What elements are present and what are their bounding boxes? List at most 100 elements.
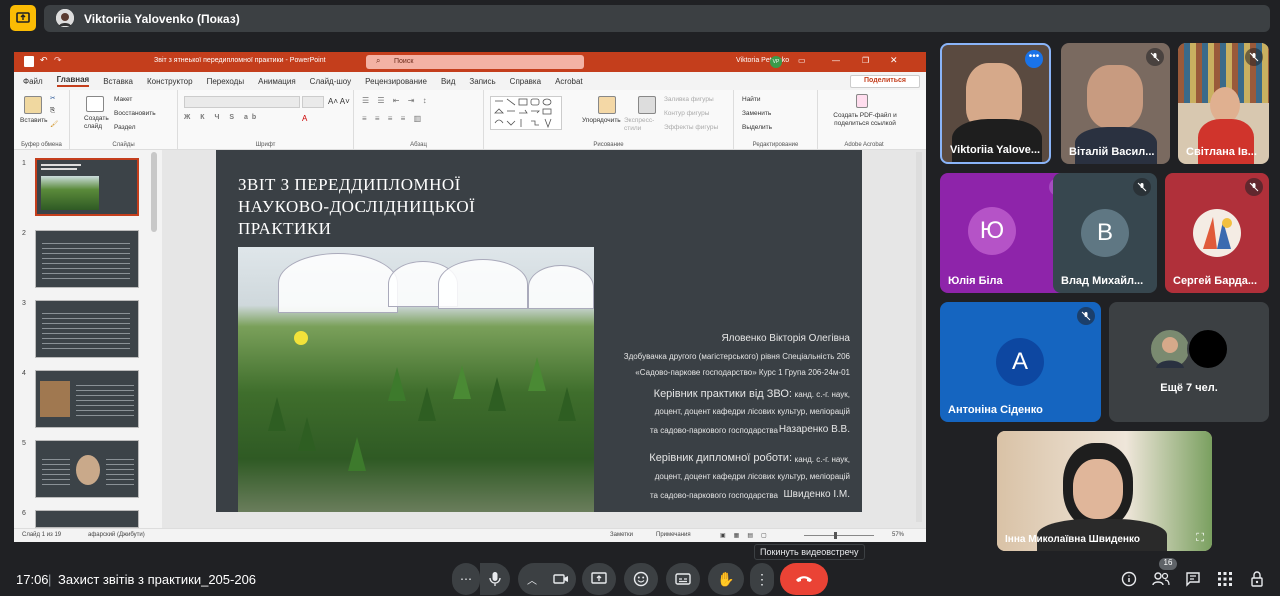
font-color-icon[interactable]: A	[302, 114, 307, 123]
align-icons[interactable]: ≡ ≡ ≡ ≡ ▥	[362, 114, 424, 123]
present-button[interactable]	[582, 563, 616, 595]
format-painter-icon[interactable]: 🖌	[50, 120, 58, 128]
thumbnails-scrollbar[interactable]	[151, 152, 157, 232]
language-indicator[interactable]: афарский (Джибути)	[88, 532, 145, 538]
conifer-shape	[418, 387, 436, 421]
ppt-user-avatar[interactable]: VP	[770, 56, 782, 68]
more-menu-icon[interactable]: ⋯	[452, 563, 480, 595]
minimize-icon[interactable]: —	[832, 56, 840, 65]
new-slide-icon[interactable]	[86, 96, 104, 112]
slide-thumbnail[interactable]	[35, 158, 139, 216]
participant-avatar: Ю	[968, 207, 1016, 255]
new-slide-label[interactable]: Создать слайд	[84, 115, 114, 131]
slide-thumbnail[interactable]	[35, 300, 139, 358]
participant-tile[interactable]: Інна Миколаївна Швиденко ⛶	[997, 431, 1212, 551]
shape-outline-button[interactable]: Контур фигуры	[664, 110, 709, 117]
slide-thumbnail[interactable]	[35, 230, 139, 288]
share-button[interactable]: Поделиться	[850, 75, 920, 88]
layout-button[interactable]: Макет	[114, 96, 132, 103]
copy-icon[interactable]: ⎘	[50, 107, 55, 115]
menu-animation[interactable]: Анимация	[258, 77, 296, 86]
slide-thumbnail[interactable]	[35, 440, 139, 498]
presenting-icon[interactable]	[10, 5, 36, 31]
menu-slideshow[interactable]: Слайд-шоу	[310, 77, 351, 86]
participant-tile[interactable]: ••• Viktoriia Yalove...	[940, 43, 1051, 164]
undo-icon[interactable]: ↶	[40, 55, 48, 66]
quick-styles-button[interactable]: Экспресс-стили	[624, 117, 664, 133]
shape-effects-button[interactable]: Эффекты фигуры	[664, 124, 718, 131]
zoom-slider[interactable]	[804, 535, 874, 536]
menu-design[interactable]: Конструктор	[147, 77, 193, 86]
slide-thumbnail[interactable]	[35, 510, 139, 528]
current-slide[interactable]: ЗВІТ З ПЕРЕДДИПЛОМНОЇ НАУКОВО-ДОСЛІДНИЦЬ…	[216, 150, 862, 512]
menu-transitions[interactable]: Переходы	[207, 77, 245, 86]
arrange-button[interactable]: Упорядочить	[582, 117, 621, 124]
menu-acrobat[interactable]: Acrobat	[555, 77, 583, 86]
shapes-gallery[interactable]	[490, 96, 562, 130]
zoom-slider-thumb[interactable]	[834, 532, 837, 539]
ribbon-display-icon[interactable]: ▭	[798, 56, 806, 65]
view-buttons[interactable]: ▣▦▤▢	[720, 532, 775, 539]
hang-up-icon	[796, 576, 812, 582]
menu-insert[interactable]: Вставка	[103, 77, 133, 86]
raise-hand-button[interactable]: ✋	[708, 563, 744, 595]
font-name-select[interactable]	[184, 96, 300, 108]
font-size-select[interactable]	[302, 96, 324, 108]
mic-button[interactable]	[480, 563, 510, 595]
menu-file[interactable]: Файл	[23, 77, 43, 86]
menu-view[interactable]: Вид	[441, 77, 455, 86]
menu-help[interactable]: Справка	[510, 77, 541, 86]
section-button[interactable]: Раздел	[114, 124, 135, 131]
participant-tile[interactable]: Сергей Барда...	[1165, 173, 1269, 293]
participant-tile[interactable]: Віталій Васил...	[1061, 43, 1170, 164]
host-controls-icon[interactable]	[1248, 570, 1266, 588]
crop-icon[interactable]: ⛶	[1196, 532, 1204, 545]
info-icon[interactable]	[1120, 570, 1138, 588]
edit-scrollbar[interactable]	[916, 152, 922, 522]
grow-font-icon[interactable]: A˄ A˅	[328, 97, 350, 106]
paste-icon[interactable]	[24, 96, 42, 114]
select-button[interactable]: Выделить	[742, 124, 772, 131]
leave-call-button[interactable]	[780, 563, 828, 595]
maximize-icon[interactable]: ❐	[862, 56, 869, 65]
ppt-search-input[interactable]: Поиск	[366, 55, 584, 69]
more-participants-tile[interactable]: Ещё 7 чел.	[1109, 302, 1269, 422]
replace-button[interactable]: Заменить	[742, 110, 771, 117]
font-style-icons[interactable]: Ж К Ч S ab	[184, 114, 260, 121]
menu-review[interactable]: Рецензирование	[365, 77, 427, 86]
camera-options-icon[interactable]: ︿	[518, 563, 546, 595]
list-icons[interactable]: ☰ ☰ ⇤ ⇥ ↕	[362, 96, 430, 105]
ppt-title-bar: ↶ ↷ Звіт з ятнеької передипломної практи…	[14, 52, 926, 72]
notes-button[interactable]: Заметки	[610, 532, 633, 538]
shape-fill-button[interactable]: Заливка фигуры	[664, 96, 714, 103]
participant-video	[952, 119, 1042, 162]
create-pdf-button[interactable]: Создать PDF-файл и поделиться ссылкой	[822, 112, 908, 128]
comments-button[interactable]: Примечания	[656, 532, 691, 538]
find-button[interactable]: Найти	[742, 96, 761, 103]
menu-record[interactable]: Запись	[469, 77, 495, 86]
camera-button[interactable]	[546, 563, 576, 595]
participant-tile[interactable]: А Антоніна Сіденко	[940, 302, 1101, 422]
participant-tile[interactable]: В Влад Михайл...	[1053, 173, 1157, 293]
cut-icon[interactable]: ✂	[50, 94, 55, 102]
people-icon[interactable]	[1152, 570, 1170, 588]
participant-tile[interactable]: Світлана Ів...	[1178, 43, 1269, 164]
chat-icon[interactable]	[1184, 570, 1202, 588]
redo-icon[interactable]: ↷	[54, 55, 62, 66]
reset-button[interactable]: Восстановить	[114, 110, 156, 117]
create-pdf-icon[interactable]	[856, 94, 868, 108]
clock: 17:06	[16, 572, 49, 587]
slide-thumbnail[interactable]	[35, 370, 139, 428]
save-icon[interactable]	[24, 56, 34, 67]
reactions-button[interactable]	[624, 563, 658, 595]
more-participants-label: Ещё 7 чел.	[1160, 382, 1218, 394]
captions-button[interactable]	[666, 563, 700, 595]
menu-home[interactable]: Главная	[56, 75, 90, 87]
quick-styles-icon[interactable]	[638, 96, 656, 114]
arrange-icon[interactable]	[598, 96, 616, 114]
more-options-button[interactable]: ⋮	[750, 563, 774, 595]
close-icon[interactable]: ✕	[890, 55, 898, 66]
more-options-icon[interactable]: •••	[1025, 50, 1043, 68]
activities-icon[interactable]	[1216, 570, 1234, 588]
zoom-level[interactable]: 57%	[892, 532, 904, 538]
